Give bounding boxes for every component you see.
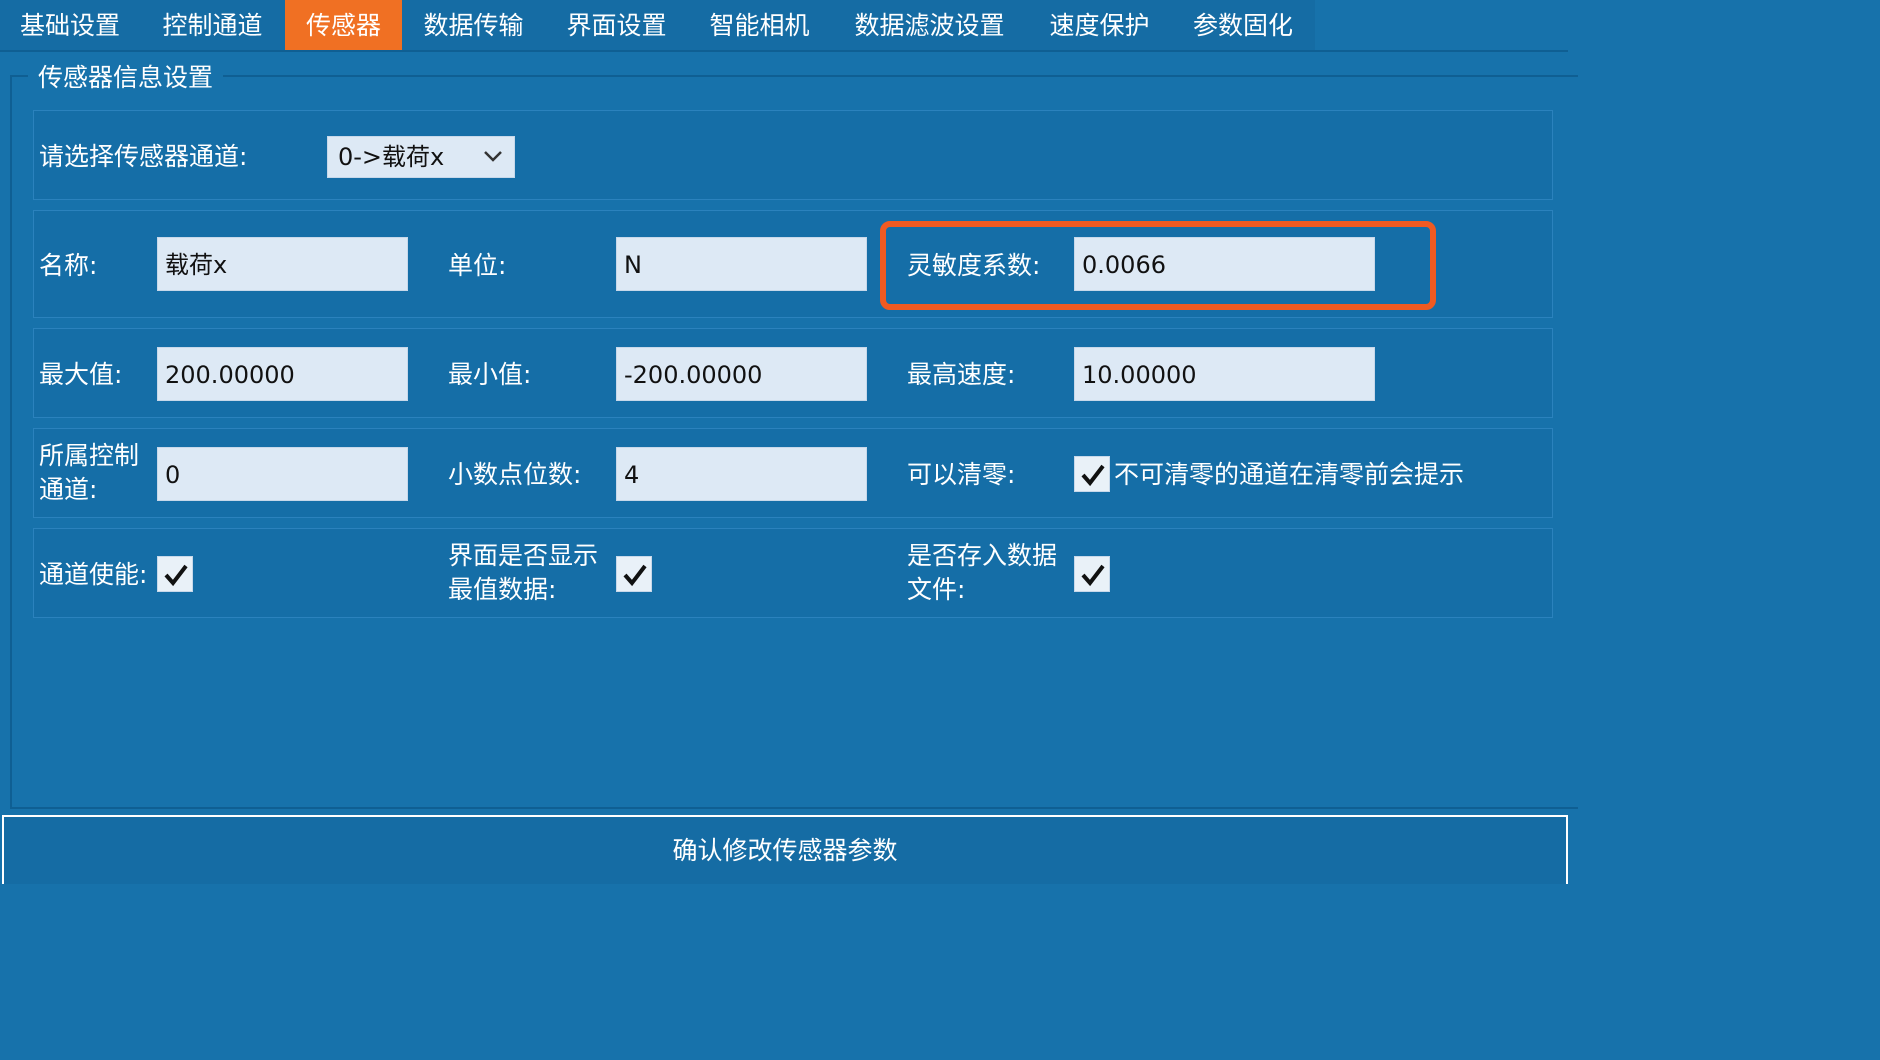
control-channel-field[interactable]: 0 (157, 447, 408, 501)
max-speed-field[interactable]: 10.00000 (1074, 347, 1375, 401)
decimal-places-label: 小数点位数: (448, 460, 582, 489)
save-to-file-checkbox[interactable] (1074, 556, 1110, 592)
min-value-label: 最小值: (448, 360, 532, 389)
channel-decimal-row: 所属控制通道: 0 小数点位数: 4 可以清零: 不可清零的通道在清零前会提示 (33, 428, 1553, 518)
confirm-sensor-params-button[interactable]: 确认修改传感器参数 (2, 815, 1568, 884)
show-extremes-checkbox[interactable] (616, 556, 652, 592)
max-value-field[interactable]: 200.00000 (157, 347, 408, 401)
tab-param-persist[interactable]: 参数固化 (1171, 0, 1315, 52)
tab-basic-settings[interactable]: 基础设置 (0, 0, 140, 52)
chevron-down-icon (484, 151, 502, 162)
group-title: 传感器信息设置 (28, 60, 224, 96)
channel-select-value: 0->载荷x (338, 143, 445, 171)
check-icon (1081, 564, 1105, 587)
channel-select-label: 请选择传感器通道: (39, 142, 248, 171)
zeroable-checkbox[interactable] (1074, 456, 1110, 492)
max-speed-label: 最高速度: (907, 360, 1016, 389)
tab-divider (0, 50, 1568, 52)
zeroable-note: 不可清零的通道在清零前会提示 (1114, 460, 1465, 489)
channel-enable-label: 通道使能: (39, 560, 148, 589)
control-channel-label: 所属控制通道: (39, 441, 140, 504)
tab-sensor[interactable]: 传感器 (285, 0, 402, 52)
check-icon (623, 564, 647, 587)
tab-smart-camera[interactable]: 智能相机 (688, 0, 831, 52)
name-label: 名称: (39, 251, 98, 280)
max-value-label: 最大值: (39, 360, 123, 389)
channel-enable-checkbox[interactable] (157, 556, 193, 592)
channel-select-row: 请选择传感器通道: 0->载荷x (33, 110, 1553, 200)
options-row: 通道使能: 界面是否显示最值数据: 是否存入数据文件: (33, 528, 1553, 618)
tab-ui-settings[interactable]: 界面设置 (545, 0, 688, 52)
tab-bar: 基础设置 控制通道 传感器 数据传输 界面设置 智能相机 数据滤波设置 速度保护… (0, 0, 1568, 52)
name-field[interactable]: 载荷x (157, 237, 408, 291)
check-icon (1081, 464, 1105, 487)
decimal-places-field[interactable]: 4 (616, 447, 867, 501)
check-icon (164, 564, 188, 587)
unit-label: 单位: (448, 251, 507, 280)
tab-control-channel[interactable]: 控制通道 (140, 0, 285, 52)
tab-speed-protection[interactable]: 速度保护 (1028, 0, 1171, 52)
show-extremes-label: 界面是否显示最值数据: (448, 541, 599, 604)
tab-data-filter[interactable]: 数据滤波设置 (831, 0, 1028, 52)
save-to-file-label: 是否存入数据文件: (907, 541, 1058, 604)
channel-select[interactable]: 0->载荷x (327, 136, 515, 178)
tab-list: 基础设置 控制通道 传感器 数据传输 界面设置 智能相机 数据滤波设置 速度保护… (0, 0, 1315, 52)
zeroable-label: 可以清零: (907, 460, 1016, 489)
min-value-field[interactable]: -200.00000 (616, 347, 867, 401)
range-row: 最大值: 200.00000 最小值: -200.00000 最高速度: 10.… (33, 328, 1553, 418)
sensitivity-highlight-box (880, 221, 1436, 310)
unit-field[interactable]: N (616, 237, 867, 291)
tab-data-transfer[interactable]: 数据传输 (402, 0, 545, 52)
